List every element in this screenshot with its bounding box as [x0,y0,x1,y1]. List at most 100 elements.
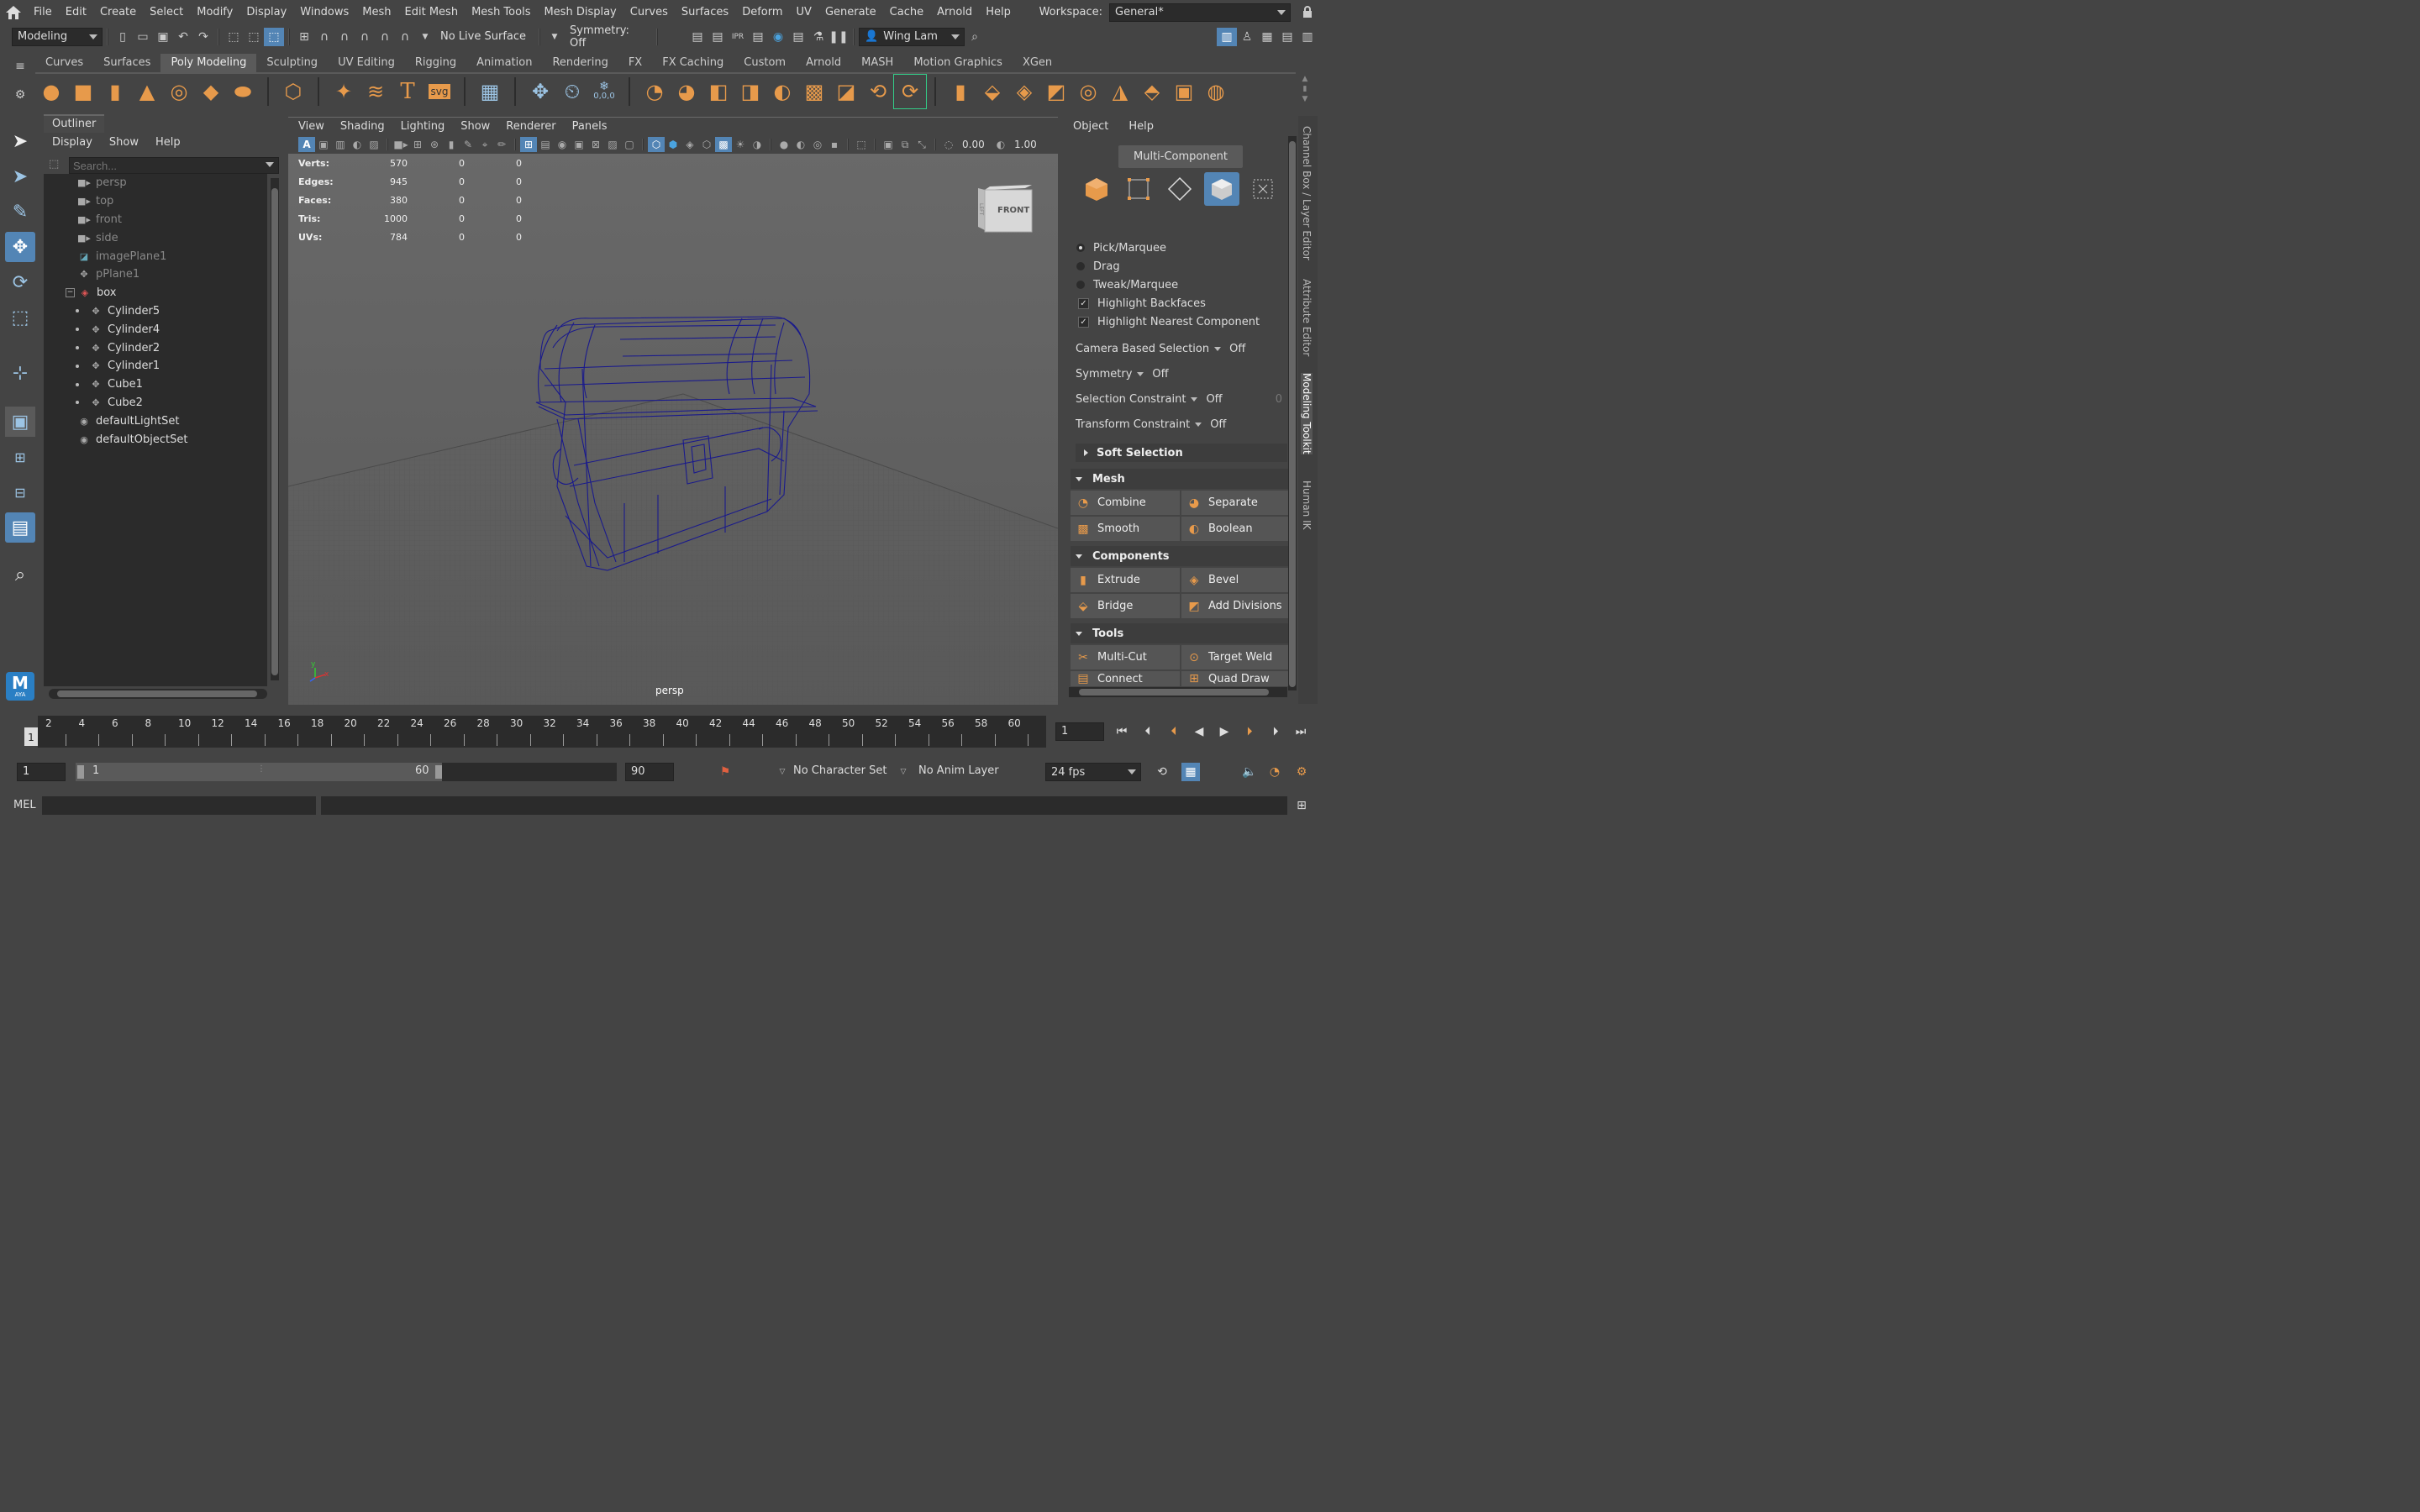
outliner-menu-display[interactable]: Display [44,136,101,149]
snap-view-icon[interactable]: ∩ [355,28,375,46]
menu-edit[interactable]: Edit [59,6,93,18]
outliner-item[interactable]: ✥ pPlane1 [44,265,267,284]
reduce-icon[interactable]: ◪ [830,75,862,108]
undo-icon[interactable]: ↶ [173,28,193,46]
loop-icon[interactable]: ⟲ [1153,763,1171,781]
connect-button[interactable]: ▤ Connect [1071,671,1180,686]
shelf-tab-custom[interactable]: Custom [734,54,796,72]
wedge-icon[interactable]: ⬘ [1136,75,1168,108]
freeze-transforms-icon[interactable]: ❄ 0,0,0 [588,75,620,108]
outliner-layout-icon[interactable]: ▤ [5,512,35,543]
poly-plane-icon[interactable]: ◆ [195,75,227,108]
search-icon[interactable]: ⌕ [965,28,985,46]
toolkit-menu-object[interactable]: Object [1063,120,1118,133]
user-account-select[interactable]: 👤 Wing Lam [859,27,965,46]
auto-key-icon[interactable]: ⚑ [716,763,734,781]
side-tab-modeling-toolkit[interactable]: Modeling Toolkit [1301,373,1313,454]
menu-mesh[interactable]: Mesh [355,6,397,18]
symmetry-field[interactable]: Symmetry: Off [565,24,652,50]
redo-icon[interactable]: ↷ [193,28,213,46]
shelf-tab-motion-graphics[interactable]: Motion Graphics [903,54,1013,72]
bookmark-icon[interactable]: ▮ [443,137,460,152]
radio-pick-marquee[interactable]: Pick/Marquee [1074,239,1284,257]
show-channel-box-icon[interactable]: ▥ [1297,28,1318,46]
single-perspective-layout-icon[interactable]: ▣ [5,407,35,437]
multi-cut-button[interactable]: ✂ Multi-Cut [1071,645,1180,669]
motion-blur-icon[interactable]: ◐ [792,137,809,152]
shelf-tab-surfaces[interactable]: Surfaces [93,54,160,72]
snap-curve-icon[interactable]: ∩ [314,28,334,46]
range-start-handle[interactable] [77,765,84,779]
poly-cube-icon[interactable]: ■ [67,75,99,108]
cache-playback-icon[interactable]: ▦ [1181,763,1200,781]
remesh-icon[interactable]: ⟲ [862,75,894,108]
menu-surfaces[interactable]: Surfaces [675,6,735,18]
menu-uv[interactable]: UV [790,6,818,18]
film-gate-icon[interactable]: ⊞ [409,137,426,152]
shelf-tab-curves[interactable]: Curves [35,54,93,72]
shelf-tab-fx[interactable]: FX [618,54,652,72]
viewport-menu-panels[interactable]: Panels [562,120,613,133]
radio-tweak-marquee[interactable]: Tweak/Marquee [1074,276,1284,294]
ipr-render-icon[interactable]: IPR [728,28,748,46]
wireframe-icon[interactable]: ⬡ [648,137,665,152]
pencil-icon[interactable]: ✏ [493,137,510,152]
gate-mask-icon[interactable]: ▨ [604,137,621,152]
menu-arnold[interactable]: Arnold [930,6,979,18]
outliner-menu-help[interactable]: Help [147,136,189,149]
range-end-handle[interactable] [435,765,442,779]
checkbox-highlight-backfaces[interactable]: ✓ Highlight Backfaces [1074,294,1284,312]
toolkit-horizontal-scrollbar[interactable] [1069,687,1287,697]
outliner-menu-show[interactable]: Show [101,136,147,149]
outliner-item[interactable]: ■▸ top [44,192,267,211]
view-cube[interactable]: FRONT LEFT [978,183,1034,234]
outliner-item[interactable]: ✥ Cylinder5 [44,302,267,321]
smooth-icon[interactable]: ▩ [798,75,830,108]
gamma-icon[interactable]: ◐ [992,137,1009,152]
shelf-tab-xgen[interactable]: XGen [1013,54,1062,72]
outliner-item[interactable]: ◉ defaultLightSet [44,412,267,430]
menu-mesh-display[interactable]: Mesh Display [537,6,623,18]
scrollbar-thumb[interactable] [1289,141,1296,687]
gamma-field[interactable]: 1.00 [1009,137,1043,152]
poly-cylinder-icon[interactable]: ▮ [99,75,131,108]
shelf-tab-arnold[interactable]: Arnold [796,54,851,72]
chevron-down-icon[interactable] [1214,346,1222,351]
extrude-icon[interactable]: ▮ [944,75,976,108]
multi-component-button[interactable]: Multi-Component [1118,145,1243,168]
prop-transform-constraint[interactable]: Transform Constraint Off [1071,412,1287,437]
audio-icon[interactable]: 🔈 [1240,763,1259,781]
menu-display[interactable]: Display [239,6,293,18]
range-slider[interactable]: 1 60 ⋮ [76,763,617,781]
select-hierarchy-icon[interactable]: ⬚ [224,28,244,46]
depth-of-field-icon[interactable]: ▪ [826,137,843,152]
shelf-tab-uv-editing[interactable]: UV Editing [328,54,405,72]
section-tools[interactable]: Tools [1071,623,1291,643]
outliner-search-input[interactable] [69,157,279,174]
section-components[interactable]: Components [1071,546,1291,566]
four-view-layout-icon[interactable]: ⊞ [5,442,35,472]
side-tab-human-ik[interactable]: Human IK [1301,480,1313,530]
menu-deform[interactable]: Deform [735,6,789,18]
outliner-item[interactable]: ✥ Cylinder2 [44,339,267,357]
quad-draw-button[interactable]: ⊞ Quad Draw [1181,671,1291,686]
resolution-gate-icon[interactable]: ⊛ [426,137,443,152]
command-language-label[interactable]: MEL [13,799,36,811]
step-forward-key-icon[interactable]: ⏵ [1240,722,1259,741]
snap-surface-icon[interactable]: ∩ [375,28,395,46]
frame-all-icon[interactable]: ⤡ [913,137,930,152]
menu-edit-mesh[interactable]: Edit Mesh [398,6,466,18]
shelf-tab-mash[interactable]: MASH [851,54,903,72]
image-plane-icon[interactable]: ◐ [349,137,366,152]
snap-live-icon[interactable]: ∩ [395,28,415,46]
face-mode-icon[interactable] [1203,172,1239,206]
show-modeling-toolkit-icon[interactable]: ▥ [1217,27,1237,46]
radio-button[interactable] [1076,281,1085,289]
menu-mesh-tools[interactable]: Mesh Tools [465,6,537,18]
outliner-item[interactable]: ✥ Cylinder1 [44,357,267,375]
home-icon[interactable] [0,5,27,20]
combine-icon[interactable]: ◔ [639,75,671,108]
snapshot-icon[interactable]: ⌖ [476,137,493,152]
delete-history-icon[interactable]: ⏲ [556,75,588,108]
command-input[interactable] [42,796,316,815]
